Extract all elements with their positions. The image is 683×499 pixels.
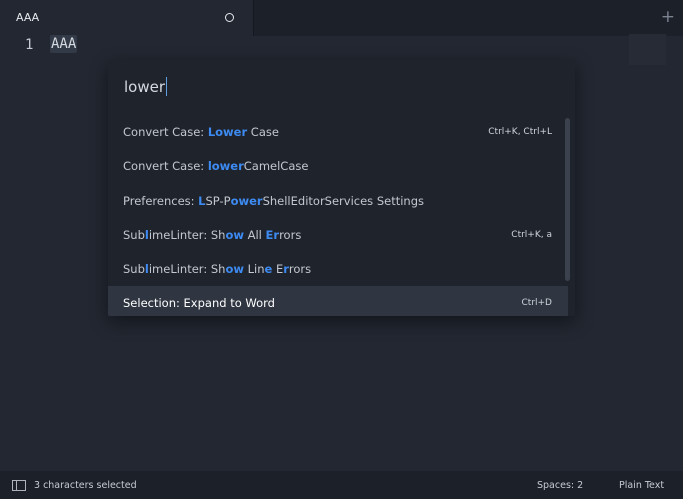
command-shortcut: Ctrl+D: [521, 298, 553, 309]
command-item[interactable]: SublimeLinter: Show All Errors Ctrl+K, a: [108, 218, 568, 252]
status-bar: 3 characters selected Spaces: 2 Plain Te…: [0, 471, 683, 499]
command-label: SublimeLinter: Show All Errors: [123, 227, 302, 242]
query-text: lower: [124, 78, 166, 96]
text-caret: [166, 77, 168, 96]
command-palette-input[interactable]: lower: [124, 77, 168, 96]
editor-text[interactable]: AAA: [50, 35, 78, 53]
command-label: Convert Case: Lower Case: [123, 125, 279, 139]
command-label: Convert Case: lowerCamelCase: [123, 159, 309, 174]
command-list: Convert Case: Lower Case Ctrl+K, Ctrl+L …: [108, 115, 568, 316]
command-item[interactable]: SublimeLinter: Show Line Errors: [108, 252, 568, 286]
command-shortcut: Ctrl+K, Ctrl+L: [488, 127, 552, 137]
command-item[interactable]: Convert Case: lowerCamelCase: [108, 149, 568, 183]
command-item[interactable]: Preferences: LSP-PowerShellEditorService…: [108, 184, 568, 218]
panel-toggle-icon[interactable]: [12, 480, 26, 491]
line-number: 1: [25, 37, 34, 53]
minimap[interactable]: [629, 34, 666, 65]
indentation-status[interactable]: Spaces: 2: [537, 480, 583, 491]
command-shortcut: Ctrl+K, a: [511, 229, 552, 240]
new-tab-icon[interactable]: +: [661, 7, 675, 27]
command-label: SublimeLinter: Show Line Errors: [123, 262, 312, 277]
tab-title: AAA: [16, 11, 40, 24]
command-list-scrollbar[interactable]: [565, 118, 570, 281]
dirty-indicator-icon[interactable]: [225, 13, 234, 22]
command-label: Selection: Expand to Word: [123, 296, 275, 311]
selection-status: 3 characters selected: [34, 480, 137, 491]
command-item-selected[interactable]: Selection: Expand to Word Ctrl+D: [108, 286, 568, 316]
command-palette: lower Convert Case: Lower Case Ctrl+K, C…: [108, 60, 575, 316]
command-item[interactable]: Convert Case: Lower Case Ctrl+K, Ctrl+L: [108, 115, 568, 149]
command-label: Preferences: LSP-PowerShellEditorService…: [123, 193, 424, 208]
tab-bar: AAA +: [0, 0, 683, 36]
syntax-status[interactable]: Plain Text: [619, 480, 664, 491]
tab-aaa[interactable]: AAA: [0, 0, 254, 36]
